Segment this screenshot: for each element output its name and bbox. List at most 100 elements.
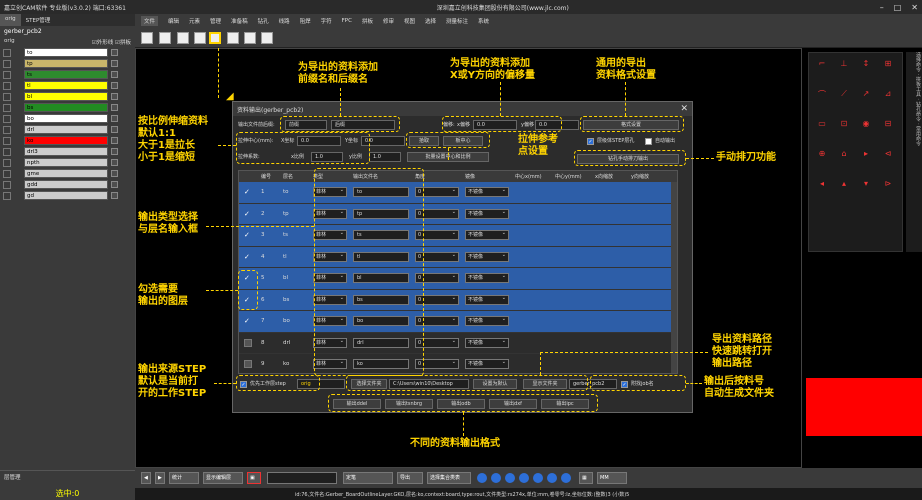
layer-checkbox[interactable] <box>111 137 118 144</box>
visibility-icon[interactable] <box>3 147 11 156</box>
table-row[interactable]: ✓3ts菲林ts0不镜像 <box>239 225 677 247</box>
tool-icon[interactable]: ⊥ <box>839 59 849 69</box>
line-tool-icon[interactable] <box>477 473 487 483</box>
visibility-icon[interactable] <box>3 59 11 68</box>
layer-checkbox[interactable] <box>111 60 118 67</box>
menu-item[interactable]: 准备稿 <box>231 17 248 25</box>
save-icon[interactable] <box>227 32 239 44</box>
layer-row[interactable]: drl3 <box>3 146 135 157</box>
layer-row[interactable]: tp <box>3 58 135 69</box>
row-checkbox[interactable]: ✓ <box>244 317 252 325</box>
layer-row[interactable]: drl <box>3 124 135 135</box>
tool-icon[interactable]: ⊡ <box>839 119 849 129</box>
tool-icon[interactable]: ⊟ <box>883 119 893 129</box>
menu-item[interactable]: 视图 <box>404 17 415 25</box>
tool-icon[interactable]: ▴ <box>839 179 849 189</box>
menu-item[interactable]: 线路 <box>279 17 290 25</box>
menu-item[interactable]: FPC <box>342 18 352 24</box>
layer-checkbox[interactable] <box>111 181 118 188</box>
tool-icon[interactable]: ⊞ <box>883 59 893 69</box>
arc-tool-icon[interactable] <box>491 473 501 483</box>
layer-row[interactable]: gd <box>3 190 135 201</box>
open-icon[interactable] <box>159 32 171 44</box>
layer-row[interactable]: npth <box>3 157 135 168</box>
visibility-icon[interactable] <box>3 136 11 145</box>
layer-row[interactable]: tl <box>3 80 135 91</box>
menu-item[interactable]: 文件 <box>141 16 159 26</box>
tool-icon[interactable]: ⊳ <box>883 179 893 189</box>
layer-checkbox[interactable] <box>111 115 118 122</box>
layer-checkbox[interactable] <box>111 159 118 166</box>
tool-icon[interactable]: ⌒ <box>817 89 827 99</box>
row-checkbox[interactable]: ✓ <box>244 231 252 239</box>
layer-checkbox[interactable] <box>111 82 118 89</box>
layer-row[interactable]: to <box>3 47 135 58</box>
menu-item[interactable]: 测量标注 <box>446 17 468 25</box>
close-icon[interactable]: ✕ <box>911 3 918 12</box>
layer-checkbox[interactable] <box>111 93 118 100</box>
menu-item[interactable]: 钻孔 <box>258 17 269 25</box>
visibility-icon[interactable] <box>3 125 11 134</box>
row-checkbox[interactable] <box>244 360 252 369</box>
table-row[interactable]: 9ko菲林ko0不镜像 <box>239 354 677 373</box>
tool-icon[interactable]: ▾ <box>861 179 871 189</box>
menu-item[interactable]: 拼板 <box>362 17 373 25</box>
visibility-icon[interactable] <box>3 114 11 123</box>
layer-manage-tab[interactable]: 层管理 <box>0 470 135 486</box>
row-mirror-select[interactable]: 不镜像 <box>465 187 509 198</box>
visibility-icon[interactable] <box>3 191 11 200</box>
table-row[interactable]: ✓2tp菲林tp0不镜像 <box>239 203 677 225</box>
rect-tool-icon[interactable] <box>505 473 515 483</box>
tool-icon[interactable]: ⊿ <box>883 89 893 99</box>
row-checkbox[interactable]: ✓ <box>244 188 252 196</box>
menu-item[interactable]: 选择 <box>425 17 436 25</box>
layer-checkbox[interactable] <box>111 148 118 155</box>
layer-row[interactable]: ts <box>3 69 135 80</box>
prev-button[interactable]: ◀ <box>141 472 151 484</box>
tab-orig[interactable]: orig <box>0 14 21 26</box>
tool-icon[interactable]: ▸ <box>861 149 871 159</box>
row-mirror-select[interactable]: 不镜像 <box>465 251 509 262</box>
visibility-icon[interactable] <box>3 92 11 101</box>
menu-item[interactable]: 管理 <box>210 17 221 25</box>
tool-icon[interactable]: ⌐ <box>817 59 827 69</box>
table-row[interactable]: ✓5bl菲林bl0不镜像 <box>239 268 677 290</box>
tool-icon[interactable]: ⊕ <box>817 149 827 159</box>
grid-scrollbar[interactable] <box>671 182 677 373</box>
row-mirror-select[interactable]: 不镜像 <box>465 294 509 305</box>
tool-icon[interactable]: ⊲ <box>883 149 893 159</box>
row-checkbox[interactable] <box>244 338 252 347</box>
auto-output-checkbox[interactable] <box>645 138 652 145</box>
grid-icon[interactable]: ▦ <box>579 472 593 484</box>
tool-icon[interactable]: ◂ <box>817 179 827 189</box>
layer-checkbox[interactable] <box>111 71 118 78</box>
tool-icon[interactable]: ↕ <box>861 59 871 69</box>
layer-row[interactable]: bl <box>3 91 135 102</box>
layer-checkbox[interactable] <box>111 192 118 199</box>
visibility-icon[interactable] <box>3 169 11 178</box>
tool-icon[interactable]: ▭ <box>817 119 827 129</box>
layer-checkbox[interactable] <box>111 170 118 177</box>
row-mirror-select[interactable]: 不镜像 <box>465 359 509 370</box>
yscale-input[interactable]: 1.0 <box>369 152 401 162</box>
menu-item[interactable]: 元素 <box>189 17 200 25</box>
measure-tool-icon[interactable] <box>561 473 571 483</box>
circle-tool-icon[interactable] <box>519 473 529 483</box>
minimize-icon[interactable]: – <box>880 3 884 12</box>
menu-item[interactable]: 系统 <box>478 17 489 25</box>
row-checkbox[interactable]: ✓ <box>244 253 252 261</box>
layer-row[interactable]: gdd <box>3 179 135 190</box>
show-edit-layer-button[interactable]: 显示编辑层 <box>203 472 243 484</box>
table-row[interactable]: ✓4tl菲林tl0不镜像 <box>239 246 677 268</box>
layer-row[interactable]: bs <box>3 102 135 113</box>
tool-icon[interactable]: ⌂ <box>839 149 849 159</box>
visibility-icon[interactable] <box>3 48 11 57</box>
unit-combo[interactable]: MM <box>597 472 627 484</box>
table-row[interactable]: ✓6bs菲林bs0不镜像 <box>239 289 677 311</box>
visibility-icon[interactable] <box>3 70 11 79</box>
tool-icon[interactable]: ◉ <box>861 119 871 129</box>
layer-checkbox[interactable] <box>111 126 118 133</box>
row-mirror-select[interactable]: 不镜像 <box>465 316 509 327</box>
menu-item[interactable]: 阻焊 <box>300 17 311 25</box>
table-row[interactable]: ✓1to菲林to0不镜像 <box>239 182 677 204</box>
